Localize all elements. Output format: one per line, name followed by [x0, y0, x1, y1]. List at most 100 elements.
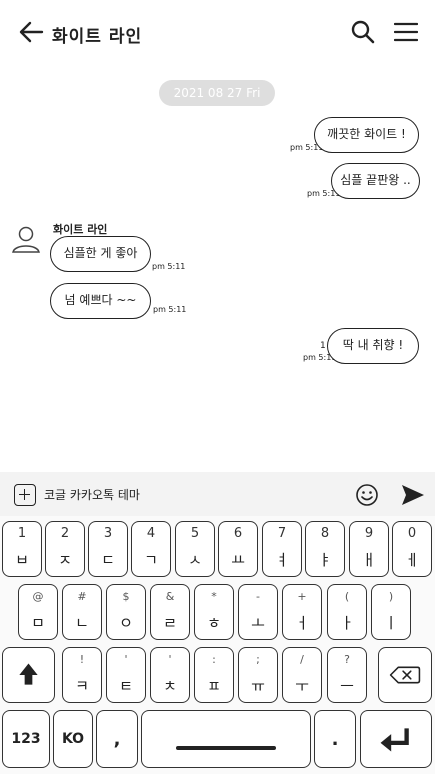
- key-ㅏ[interactable]: (ㅏ: [327, 584, 367, 640]
- key-ㅋ[interactable]: ! ㅋ: [62, 647, 102, 703]
- key-char: ㅜ: [295, 677, 309, 695]
- key-char: ㅕ: [275, 551, 289, 569]
- avatar[interactable]: [11, 224, 41, 254]
- message-bubble-sent[interactable]: 딱 내 취향 !: [327, 328, 419, 364]
- period-key-label: .: [331, 728, 339, 750]
- key-symbol: ): [388, 590, 394, 603]
- message-time: pm 5:11: [152, 262, 186, 271]
- key-ㅂ[interactable]: 1ㅂ: [2, 521, 42, 577]
- key-number: 8: [320, 526, 330, 541]
- key-char: ㅋ: [75, 677, 89, 695]
- key-ㅅ[interactable]: 5ㅅ: [175, 521, 215, 577]
- key-ㅈ[interactable]: 2ㅈ: [45, 521, 85, 577]
- enter-return-icon: [380, 728, 409, 752]
- key-ㄱ[interactable]: 4ㄱ: [131, 521, 171, 577]
- key-char: ㅐ: [362, 551, 376, 569]
- comma-key[interactable]: ,: [96, 710, 138, 768]
- key-symbol: +: [297, 590, 307, 603]
- key-number: 4: [146, 526, 156, 541]
- key-symbol: ': [168, 653, 172, 666]
- key-char: ㅎ: [207, 614, 221, 632]
- key-number: 1: [17, 526, 27, 541]
- numbers-key-label: 123: [11, 731, 41, 747]
- key-char: ㅇ: [119, 614, 133, 632]
- key-char: ㅊ: [163, 677, 177, 695]
- key-symbol: (: [344, 590, 350, 603]
- key-symbol: &: [165, 590, 175, 603]
- key-ㄴ[interactable]: # ㄴ: [62, 584, 102, 640]
- message-input[interactable]: [44, 484, 334, 504]
- key-char: ㅔ: [405, 551, 419, 569]
- key-ㅕ[interactable]: 7ㅕ: [262, 521, 302, 577]
- key-ㅗ[interactable]: -ㅗ: [238, 584, 278, 640]
- key-symbol: $: [122, 590, 130, 603]
- send-arrow-icon[interactable]: [400, 483, 426, 507]
- key-symbol: @: [32, 590, 44, 603]
- key-ㅠ[interactable]: ; ㅠ: [238, 647, 278, 703]
- key-char: ㅈ: [58, 551, 72, 569]
- key-ㅔ[interactable]: 0ㅔ: [392, 521, 432, 577]
- key-char: ㅣ: [384, 614, 398, 632]
- language-key-label: KO: [61, 731, 85, 747]
- key-char: ㄱ: [144, 551, 158, 569]
- key-ㅐ[interactable]: 9ㅐ: [349, 521, 389, 577]
- key-char: ㅓ: [295, 614, 309, 632]
- key-char: ㅂ: [15, 551, 29, 569]
- enter-key[interactable]: [360, 710, 432, 768]
- key-symbol: #: [77, 590, 87, 603]
- shift-key[interactable]: [2, 647, 55, 703]
- key-char: ㄷ: [101, 551, 115, 569]
- key-ㅣ[interactable]: ) ㅣ: [371, 584, 411, 640]
- key-char: ㅅ: [188, 551, 202, 569]
- key-ㅓ[interactable]: + ㅓ: [282, 584, 322, 640]
- key-ㅌ[interactable]: ' ㅌ: [106, 647, 146, 703]
- period-key[interactable]: .: [314, 710, 356, 768]
- key-ㄷ[interactable]: 3ㄷ: [88, 521, 128, 577]
- key-ㅑ[interactable]: 8ㅑ: [305, 521, 345, 577]
- key-symbol: ': [124, 653, 128, 666]
- arrow-left-icon[interactable]: [18, 20, 44, 44]
- key-symbol: -: [256, 590, 260, 603]
- key-number: 5: [190, 526, 200, 541]
- search-icon[interactable]: [350, 19, 376, 45]
- key-number: 9: [364, 526, 374, 541]
- message-bubble-received[interactable]: 넘 예쁘다 ~~: [50, 283, 151, 319]
- key-ㅜ[interactable]: / ㅜ: [282, 647, 322, 703]
- language-key[interactable]: KO: [53, 710, 93, 768]
- smiley-icon[interactable]: [355, 483, 379, 507]
- chat-title: 화이트 라인: [52, 27, 143, 47]
- key-symbol: ?: [344, 653, 350, 666]
- date-divider: 2021 08 27 Fri: [159, 80, 275, 106]
- key-ㅊ[interactable]: ' ㅊ: [150, 647, 190, 703]
- key-ㅁ[interactable]: @ ㅁ: [18, 584, 58, 640]
- hamburger-menu-icon[interactable]: [394, 22, 418, 42]
- key-char: ㅌ: [119, 677, 133, 695]
- chat-header: 화이트 라인: [0, 0, 435, 64]
- sender-name: 화이트 라인: [53, 223, 108, 236]
- numbers-key[interactable]: 123: [2, 710, 50, 768]
- message-bubble-received[interactable]: 심플한 게 좋아: [50, 236, 151, 272]
- key-ㅛ[interactable]: 6ㅛ: [218, 521, 258, 577]
- key-ㅇ[interactable]: $ ㅇ: [106, 584, 146, 640]
- key-char: ㅁ: [31, 614, 45, 632]
- key-ㅎ[interactable]: * ㅎ: [194, 584, 234, 640]
- key-ㅡ[interactable]: ? ㅡ: [327, 647, 367, 703]
- space-bar-line: [176, 746, 276, 750]
- plus-square-icon[interactable]: [14, 484, 36, 506]
- key-number: 2: [60, 526, 70, 541]
- key-char: ㅡ: [340, 677, 354, 695]
- key-char: ㅑ: [318, 551, 332, 569]
- message-time: pm 5:11: [153, 305, 187, 314]
- key-char: ㅏ: [340, 614, 354, 632]
- keyboard: 1ㅂ 2ㅈ 3ㄷ 4ㄱ 5ㅅ 6ㅛ 7ㅕ 8ㅑ 9ㅐ 0ㅔ @ ㅁ # ㄴ $ ㅇ &…: [0, 516, 435, 774]
- message-bubble-sent[interactable]: 깨끗한 화이트 !: [314, 117, 419, 153]
- key-ㅍ[interactable]: :ㅍ: [194, 647, 234, 703]
- key-char: ㅍ: [207, 677, 221, 695]
- space-key[interactable]: [141, 710, 311, 768]
- message-bubble-sent[interactable]: 심플 끝판왕 ..: [331, 163, 420, 199]
- key-ㄹ[interactable]: & ㄹ: [150, 584, 190, 640]
- key-symbol: *: [211, 590, 217, 603]
- key-symbol: :: [212, 653, 216, 666]
- key-char: ㄹ: [163, 614, 177, 632]
- backspace-key[interactable]: [378, 647, 432, 703]
